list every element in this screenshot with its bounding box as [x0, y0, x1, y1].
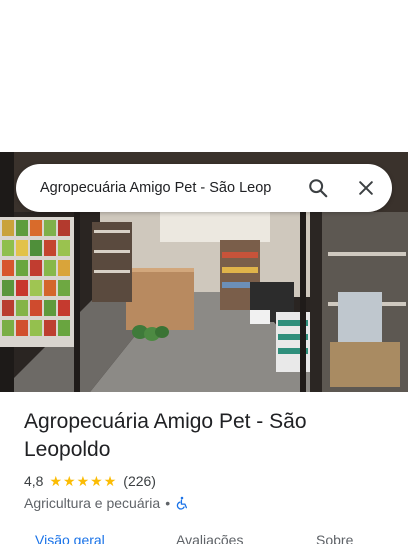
wheelchair-icon — [176, 496, 188, 510]
star-rating: ★ ★ ★ ★ ★ — [49, 474, 117, 488]
category-row: Agricultura e pecuária • — [24, 494, 189, 512]
close-icon — [359, 181, 373, 195]
rating-row[interactable]: 4,8 ★ ★ ★ ★ ★ (226) — [24, 472, 156, 490]
separator-dot: • — [165, 495, 171, 511]
star-icon: ★ — [49, 473, 63, 489]
close-button[interactable] — [350, 172, 382, 204]
tab-overview[interactable]: Visão geral — [35, 532, 105, 544]
tab-reviews[interactable]: Avaliações — [176, 532, 243, 544]
search-bar[interactable]: Agropecuária Amigo Pet - São Leop — [16, 164, 392, 212]
search-button[interactable] — [302, 172, 334, 204]
review-count[interactable]: (226) — [123, 473, 156, 489]
search-input[interactable]: Agropecuária Amigo Pet - São Leop — [40, 164, 302, 212]
star-icon: ★ — [63, 473, 76, 489]
search-icon — [309, 179, 328, 198]
place-category: Agricultura e pecuária — [24, 495, 161, 511]
map-area-blank — [0, 0, 408, 152]
rating-value: 4,8 — [24, 473, 44, 489]
place-info-panel: Agropecuária Amigo Pet - São Leopoldo 4,… — [0, 392, 408, 544]
star-icon: ★ — [90, 473, 103, 489]
place-title: Agropecuária Amigo Pet - São Leopoldo — [24, 410, 307, 461]
tab-about[interactable]: Sobre — [316, 532, 353, 544]
place-tabs: Visão geral Avaliações Sobre — [0, 530, 408, 544]
star-icon: ★ — [76, 473, 90, 489]
star-icon: ★ — [103, 473, 117, 489]
